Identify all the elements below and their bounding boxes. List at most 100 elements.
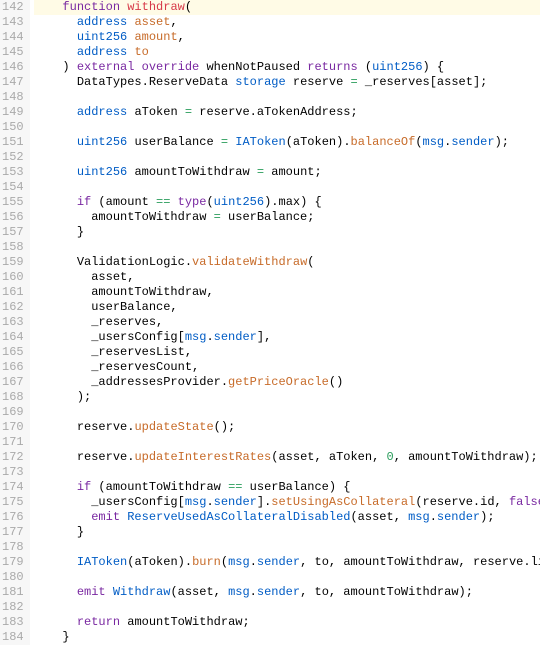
code-line[interactable]: IAToken(aToken).burn(msg.sender, to, amo… — [34, 555, 540, 570]
code-line[interactable]: _addressesProvider.getPriceOracle() — [34, 375, 540, 390]
code-token — [34, 165, 77, 179]
code-token — [34, 30, 77, 44]
line-number: 171 — [2, 435, 24, 450]
code-token: . — [250, 555, 257, 569]
code-line[interactable]: if (amount == type(uint256).max) { — [34, 195, 540, 210]
line-number: 173 — [2, 465, 24, 480]
code-line[interactable] — [34, 120, 540, 135]
code-line[interactable]: _reservesList, — [34, 345, 540, 360]
code-line[interactable]: return amountToWithdraw; — [34, 615, 540, 630]
code-line[interactable]: address aToken = reserve.aTokenAddress; — [34, 105, 540, 120]
code-line[interactable]: ValidationLogic.validateWithdraw( — [34, 255, 540, 270]
code-token: == — [156, 195, 170, 209]
code-line[interactable]: address to — [34, 45, 540, 60]
line-number: 150 — [2, 120, 24, 135]
code-line[interactable] — [34, 570, 540, 585]
code-token: _reserves[asset]; — [358, 75, 488, 89]
code-line[interactable]: emit ReserveUsedAsCollateralDisabled(ass… — [34, 510, 540, 525]
code-line[interactable] — [34, 435, 540, 450]
code-token: msg — [408, 510, 430, 524]
code-token: = — [214, 210, 221, 224]
code-line[interactable] — [34, 600, 540, 615]
code-line[interactable] — [34, 150, 540, 165]
code-token: (aToken) — [127, 555, 185, 569]
code-line[interactable]: DataTypes.ReserveData storage reserve = … — [34, 75, 540, 90]
code-line[interactable]: uint256 amount, — [34, 30, 540, 45]
code-line[interactable]: function withdraw( — [34, 0, 540, 15]
code-token: burn — [192, 555, 221, 569]
code-line[interactable]: uint256 amountToWithdraw = amount; — [34, 165, 540, 180]
code-token — [34, 45, 77, 59]
code-line[interactable] — [34, 405, 540, 420]
code-line[interactable]: } — [34, 525, 540, 540]
code-token: (aToken) — [286, 135, 344, 149]
code-line[interactable]: userBalance, — [34, 300, 540, 315]
code-token: ); — [480, 510, 494, 524]
code-token: . — [185, 555, 192, 569]
line-number: 162 — [2, 300, 24, 315]
code-token: (amountToWithdraw — [91, 480, 228, 494]
code-token — [286, 75, 293, 89]
code-token — [34, 615, 77, 629]
code-token: aToken — [127, 105, 185, 119]
code-line[interactable] — [34, 465, 540, 480]
line-number: 154 — [2, 180, 24, 195]
code-token: override — [142, 60, 200, 74]
code-token: (); — [214, 420, 236, 434]
code-token: (amount — [91, 195, 156, 209]
code-line[interactable]: reserve.updateState(); — [34, 420, 540, 435]
code-line[interactable]: asset, — [34, 270, 540, 285]
code-token: , to, amountToWithdraw, reserve — [300, 555, 523, 569]
code-token: , amountToWithdraw); — [394, 450, 538, 464]
line-number: 163 — [2, 315, 24, 330]
code-token: . — [206, 495, 213, 509]
code-token: } — [34, 525, 84, 539]
code-line[interactable]: if (amountToWithdraw == userBalance) { — [34, 480, 540, 495]
code-lines[interactable]: function withdraw( address asset, uint25… — [30, 0, 540, 645]
code-token: sender — [214, 330, 257, 344]
code-token — [170, 195, 177, 209]
code-token: returns — [307, 60, 357, 74]
code-token: 0 — [386, 450, 393, 464]
line-number: 174 — [2, 480, 24, 495]
code-token: sender — [257, 555, 300, 569]
line-number: 164 — [2, 330, 24, 345]
code-token: } — [34, 225, 84, 239]
code-token: ReserveUsedAsCollateralDisabled — [127, 510, 350, 524]
line-number: 151 — [2, 135, 24, 150]
code-token: msg — [423, 135, 445, 149]
code-token — [34, 510, 92, 524]
code-line[interactable] — [34, 180, 540, 195]
line-number: 156 — [2, 210, 24, 225]
line-number: 181 — [2, 585, 24, 600]
line-number: 168 — [2, 390, 24, 405]
line-number: 143 — [2, 15, 24, 30]
code-line[interactable]: amountToWithdraw = userBalance; — [34, 210, 540, 225]
code-token: if — [77, 480, 91, 494]
code-token: . — [221, 375, 228, 389]
line-number-gutter: 1421431441451461471481491501511521531541… — [0, 0, 30, 645]
code-line[interactable]: uint256 userBalance = IAToken(aToken).ba… — [34, 135, 540, 150]
code-line[interactable] — [34, 540, 540, 555]
line-number: 152 — [2, 150, 24, 165]
code-line[interactable]: _reservesCount, — [34, 360, 540, 375]
code-line[interactable]: } — [34, 225, 540, 240]
code-token: id — [480, 495, 494, 509]
code-line[interactable]: address asset, — [34, 15, 540, 30]
code-line[interactable]: } — [34, 630, 540, 645]
code-line[interactable]: ) external override whenNotPaused return… — [34, 60, 540, 75]
code-line[interactable]: reserve.updateInterestRates(asset, aToke… — [34, 450, 540, 465]
code-token: uint256 — [77, 165, 127, 179]
code-line[interactable]: emit Withdraw(asset, msg.sender, to, amo… — [34, 585, 540, 600]
code-token: ValidationLogic — [34, 255, 185, 269]
code-token: , — [178, 30, 185, 44]
code-line[interactable]: ); — [34, 390, 540, 405]
line-number: 177 — [2, 525, 24, 540]
code-line[interactable]: amountToWithdraw, — [34, 285, 540, 300]
code-line[interactable]: _reserves, — [34, 315, 540, 330]
code-line[interactable] — [34, 90, 540, 105]
code-token: balanceOf — [351, 135, 416, 149]
code-line[interactable] — [34, 240, 540, 255]
code-line[interactable]: _usersConfig[msg.sender].setUsingAsColla… — [34, 495, 540, 510]
code-line[interactable]: _usersConfig[msg.sender], — [34, 330, 540, 345]
